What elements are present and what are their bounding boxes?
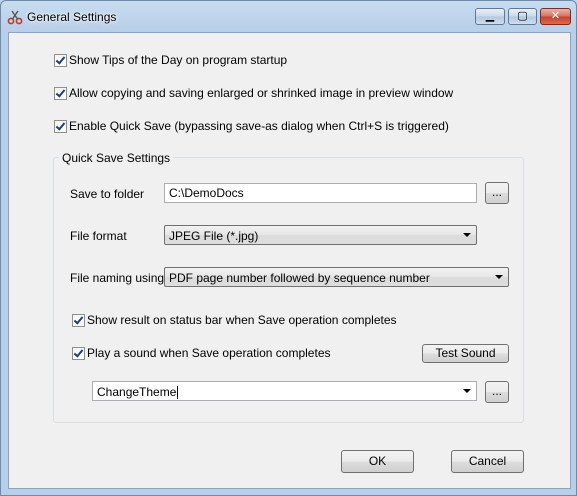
window-title: General Settings (27, 10, 117, 24)
file-naming-select[interactable]: PDF page number followed by sequence num… (164, 267, 509, 287)
maximize-button[interactable]: ▢ (508, 8, 537, 25)
file-naming-label: File naming using (70, 271, 165, 285)
save-folder-input[interactable]: C:\DemoDocs (164, 183, 477, 203)
play-sound-checkbox[interactable] (72, 347, 85, 360)
play-sound-label: Play a sound when Save operation complet… (87, 346, 331, 360)
close-icon: ✕ (550, 10, 561, 22)
close-button[interactable]: ✕ (540, 8, 571, 25)
sound-select[interactable]: ChangeTheme (92, 381, 477, 401)
chevron-down-icon (463, 233, 471, 237)
test-sound-button[interactable]: Test Sound (422, 344, 509, 363)
file-format-value: JPEG File (*.jpg) (169, 229, 259, 243)
show-result-label: Show result on status bar when Save oper… (87, 313, 397, 327)
title-bar[interactable]: General Settings ▁ ▢ ✕ (1, 1, 576, 33)
scissors-icon (7, 10, 23, 25)
show-result-checkbox[interactable] (72, 314, 85, 327)
allow-copy-checkbox[interactable] (54, 87, 67, 100)
show-tips-checkbox[interactable] (54, 54, 67, 67)
chevron-down-icon (463, 389, 471, 393)
allow-copy-label: Allow copying and saving enlarged or shr… (69, 86, 454, 100)
browse-sound-button[interactable]: ... (485, 381, 509, 403)
save-to-folder-label: Save to folder (70, 187, 145, 201)
ok-button[interactable]: OK (341, 450, 414, 473)
chevron-down-icon (495, 275, 503, 279)
quick-save-settings-title: Quick Save Settings (59, 151, 174, 165)
quick-save-checkbox[interactable] (54, 120, 67, 133)
cancel-button[interactable]: Cancel (451, 450, 524, 473)
quick-save-label: Enable Quick Save (bypassing save-as dia… (69, 119, 449, 133)
browse-folder-button[interactable]: ... (485, 182, 509, 204)
settings-window: General Settings ▁ ▢ ✕ Show Tips of the … (0, 0, 577, 496)
file-format-label: File format (70, 229, 127, 243)
sound-value: ChangeTheme (97, 385, 177, 399)
maximize-icon: ▢ (517, 10, 528, 22)
text-cursor (177, 386, 179, 400)
dialog-client-area: Show Tips of the Day on program startup … (8, 32, 571, 489)
file-naming-value: PDF page number followed by sequence num… (169, 271, 430, 285)
show-tips-label: Show Tips of the Day on program startup (69, 53, 288, 67)
file-format-select[interactable]: JPEG File (*.jpg) (164, 225, 477, 245)
minimize-icon: ▁ (485, 10, 495, 22)
minimize-button[interactable]: ▁ (475, 8, 505, 25)
